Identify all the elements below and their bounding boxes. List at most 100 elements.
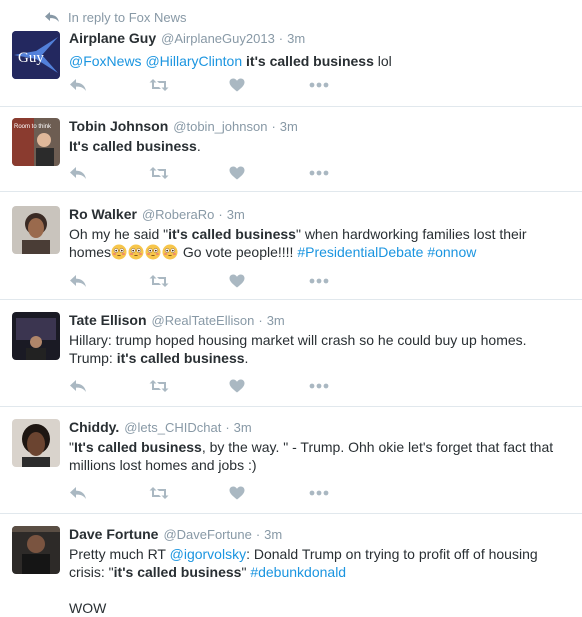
separator-dot: · (258, 313, 263, 328)
text-segment: Pretty much RT (69, 546, 170, 562)
avatar[interactable] (12, 526, 60, 574)
separator-dot: · (255, 527, 261, 542)
retweet-icon (149, 79, 169, 91)
like-button[interactable] (229, 378, 245, 394)
tweet-actions (69, 77, 329, 93)
tweet-actions (69, 378, 329, 394)
separator-dot: · (225, 420, 230, 435)
more-icon (309, 170, 329, 176)
fullname[interactable]: Tobin Johnson (69, 118, 168, 134)
hashtag-link[interactable]: #debunkdonald (250, 564, 346, 580)
avatar[interactable] (12, 312, 60, 360)
bold-text: it's called business (246, 53, 374, 69)
flushed-face-icon (128, 244, 144, 260)
mention-link[interactable]: @FoxNews (69, 53, 142, 69)
timestamp[interactable]: 3m (234, 420, 252, 435)
more-icon (309, 82, 329, 88)
tweet-header: Chiddy. @lets_CHIDchat · 3m (69, 419, 574, 438)
timestamp[interactable]: 3m (287, 31, 305, 46)
fullname[interactable]: Dave Fortune (69, 526, 158, 542)
like-button[interactable] (229, 165, 245, 181)
text-segment: Oh my he said " (69, 226, 169, 242)
hashtag-link[interactable]: #onnow (427, 244, 476, 260)
fullname[interactable]: Tate Ellison (69, 312, 147, 328)
timestamp[interactable]: 3m (227, 207, 245, 222)
more-icon (309, 383, 329, 389)
more-button[interactable] (309, 77, 329, 93)
username[interactable]: @tobin_johnson (173, 119, 267, 134)
reply-button[interactable] (69, 273, 87, 289)
tweet[interactable]: Dave Fortune @DaveFortune · 3m Pretty mu… (0, 514, 582, 616)
separator-dot: · (271, 119, 276, 134)
retweet-button[interactable] (149, 77, 169, 93)
reply-button[interactable] (69, 485, 87, 501)
mention-link[interactable]: @igorvolsky (170, 546, 246, 562)
tweet-text: Hillary: trump hoped housing market will… (69, 331, 549, 367)
username[interactable]: @RoberaRo (142, 207, 214, 222)
timestamp[interactable]: 3m (280, 119, 298, 134)
reply-icon (70, 380, 86, 392)
tweet-actions (69, 485, 329, 501)
heart-icon (229, 486, 245, 500)
tweet[interactable]: Tate Ellison @RealTateEllison · 3m Hilla… (0, 300, 582, 407)
username[interactable]: @lets_CHIDchat (124, 420, 221, 435)
tweet-text: Oh my he said "it's called business" whe… (69, 225, 549, 261)
avatar-image (12, 206, 60, 254)
fullname[interactable]: Chiddy. (69, 419, 119, 435)
fullname[interactable]: Ro Walker (69, 206, 137, 222)
retweet-button[interactable] (149, 485, 169, 501)
text-segment: " (241, 564, 251, 580)
mention-link[interactable]: @HillaryClinton (145, 53, 242, 69)
hashtag-link[interactable]: #PresidentialDebate (297, 244, 423, 260)
tweet-text-extra: WOW (69, 600, 107, 616)
reply-button[interactable] (69, 77, 87, 93)
more-button[interactable] (309, 378, 329, 394)
reply-icon (70, 79, 86, 91)
avatar[interactable] (12, 419, 60, 467)
avatar[interactable]: Guy (12, 31, 60, 79)
timestamp[interactable]: 3m (264, 527, 282, 542)
fullname[interactable]: Airplane Guy (69, 30, 156, 46)
username[interactable]: @RealTateEllison (152, 313, 255, 328)
avatar-image (12, 526, 60, 574)
tweet-text: Pretty much RT @igorvolsky: Donald Trump… (69, 545, 559, 581)
reply-icon (70, 275, 86, 287)
bold-text: It's called business (69, 138, 197, 154)
avatar-image: Guy (12, 31, 60, 79)
more-button[interactable] (309, 485, 329, 501)
separator-dot: · (218, 207, 223, 222)
tweet-text: "It's called business, by the way. " - T… (69, 438, 569, 474)
like-button[interactable] (229, 273, 245, 289)
reply-context[interactable]: In reply to Fox News (44, 8, 187, 26)
avatar[interactable] (12, 206, 60, 254)
avatar-image: Room to think (12, 118, 60, 166)
more-button[interactable] (309, 165, 329, 181)
heart-icon (229, 379, 245, 393)
tweet[interactable]: Ro Walker @RoberaRo · 3m Oh my he said "… (0, 192, 582, 300)
tweet-actions (69, 273, 329, 289)
username[interactable]: @DaveFortune (163, 527, 251, 542)
username[interactable]: @AirplaneGuy2013 (161, 31, 275, 46)
like-button[interactable] (229, 77, 245, 93)
reply-button[interactable] (69, 165, 87, 181)
retweet-button[interactable] (149, 378, 169, 394)
reply-icon (70, 487, 86, 499)
retweet-icon (149, 275, 169, 287)
retweet-icon (149, 380, 169, 392)
tweet-header: Ro Walker @RoberaRo · 3m (69, 206, 574, 225)
retweet-button[interactable] (149, 273, 169, 289)
avatar[interactable]: Room to think (12, 118, 60, 166)
text-segment: lol (373, 53, 392, 69)
tweet[interactable]: Guy Airplane Guy @AirplaneGuy2013 · 3m @… (0, 26, 582, 107)
retweet-icon (149, 487, 169, 499)
timestamp[interactable]: 3m (267, 313, 285, 328)
like-button[interactable] (229, 485, 245, 501)
avatar-text: Room to think (14, 124, 52, 130)
retweet-button[interactable] (149, 165, 169, 181)
tweet-header: Tate Ellison @RealTateEllison · 3m (69, 312, 574, 331)
more-button[interactable] (309, 273, 329, 289)
tweet[interactable]: Room to think Tobin Johnson @tobin_johns… (0, 107, 582, 192)
reply-button[interactable] (69, 378, 87, 394)
tweet[interactable]: Chiddy. @lets_CHIDchat · 3m "It's called… (0, 407, 582, 514)
bold-text: it's called business (116, 350, 245, 366)
